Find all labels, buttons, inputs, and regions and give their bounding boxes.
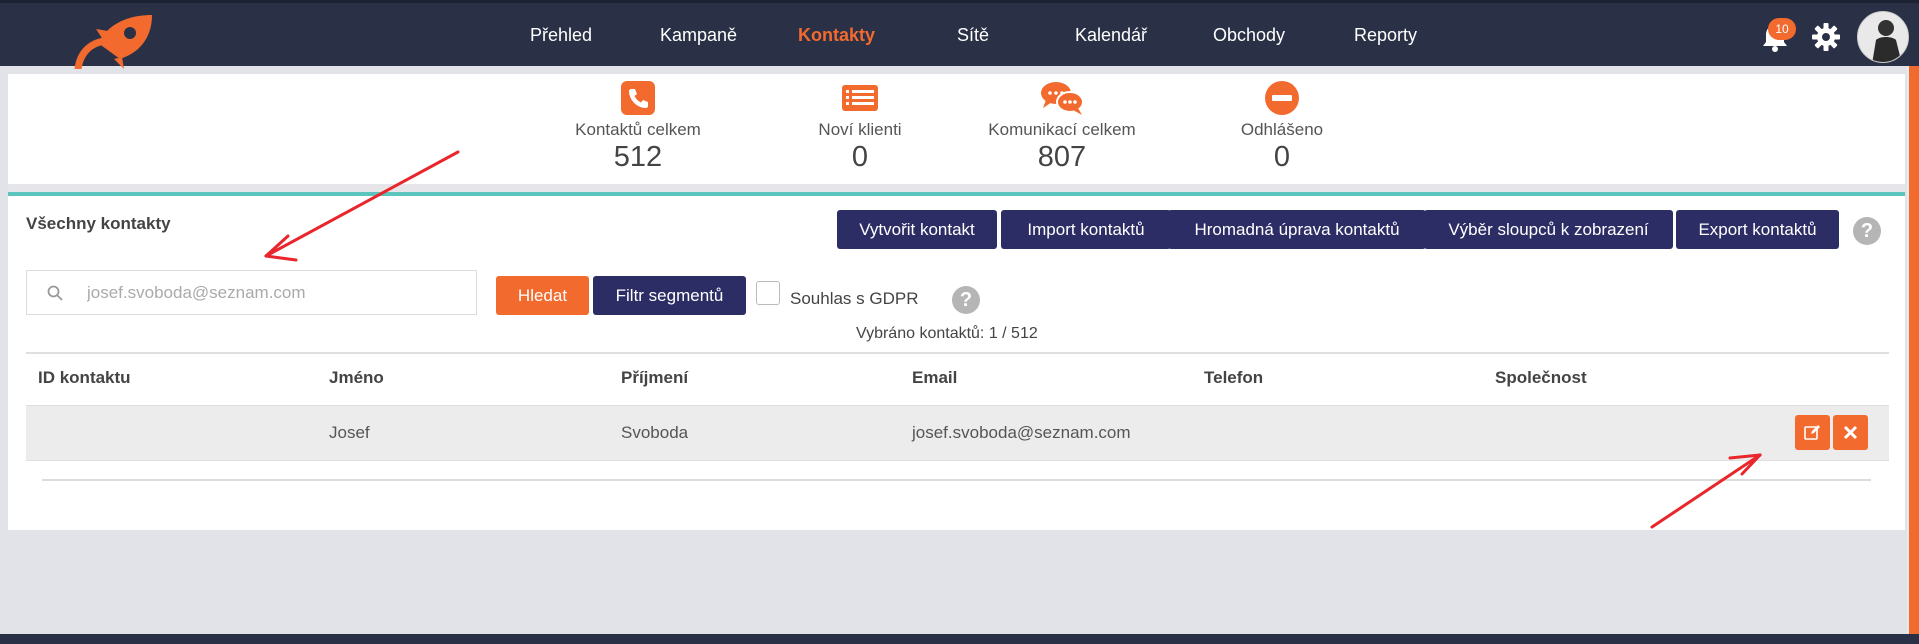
nav-item-site[interactable]: Sítě [957, 25, 989, 46]
search-input[interactable] [87, 280, 467, 306]
nav-item-kampane[interactable]: Kampaně [660, 25, 737, 46]
chat-bubbles-icon [1041, 82, 1084, 115]
right-accent-edge [1909, 66, 1919, 636]
table-header: ID kontaktu Jméno Příjmení Email Telefon… [26, 352, 1889, 405]
stat-label: Kontaktů celkem [575, 120, 701, 139]
stat-value: 807 [1037, 141, 1087, 173]
column-header-email[interactable]: Email [912, 368, 957, 388]
gear-icon[interactable] [1811, 22, 1841, 52]
cell-first-name: Josef [329, 423, 370, 442]
section-title: Všechny kontakty [26, 214, 171, 233]
column-header-last-name[interactable]: Příjmení [621, 368, 688, 388]
help-icon[interactable]: ? [1853, 217, 1881, 245]
stat-label: Komunikací celkem [988, 120, 1136, 139]
selected-contacts-count: Vybráno kontaktů: 1 / 512 [856, 325, 1038, 342]
contacts-table: ID kontaktu Jméno Příjmení Email Telefon… [26, 352, 1889, 461]
column-header-company[interactable]: Společnost [1495, 368, 1587, 388]
cell-email: josef.svoboda@seznam.com [912, 423, 1131, 442]
select-columns-button[interactable]: Výběr sloupců k zobrazení [1424, 210, 1673, 249]
search-box [26, 270, 477, 315]
column-header-phone[interactable]: Telefon [1204, 368, 1263, 388]
edit-contact-button[interactable] [1795, 415, 1830, 450]
edit-icon [1804, 425, 1820, 440]
stat-value: 0 [851, 141, 869, 173]
user-avatar[interactable] [1857, 11, 1909, 63]
search-button[interactable]: Hledat [496, 276, 589, 315]
delete-contact-button[interactable] [1833, 415, 1868, 450]
user-silhouette-icon [1858, 12, 1908, 62]
nav-item-kontakty[interactable]: Kontakty [798, 25, 875, 46]
stat-label: Noví klienti [818, 120, 902, 139]
stat-value: 512 [613, 141, 663, 173]
phone-icon [621, 81, 655, 115]
table-row[interactable]: Josef Svoboda josef.svoboda@seznam.com [26, 405, 1889, 461]
stat-label: Odhlášeno [1240, 120, 1324, 139]
gdpr-checkbox[interactable] [756, 281, 780, 305]
contacts-panel: Všechny kontakty Vytvořit kontakt Import… [8, 192, 1905, 530]
stat-value: 0 [1273, 141, 1291, 173]
column-header-id[interactable]: ID kontaktu [38, 368, 131, 388]
stat-total-communications: Komunikací celkem 807 [952, 74, 1172, 174]
create-contact-button[interactable]: Vytvořit kontakt [837, 210, 997, 249]
column-header-first-name[interactable]: Jméno [329, 368, 384, 388]
stat-total-contacts: Kontaktů celkem 512 [528, 74, 748, 174]
nav-item-obchody[interactable]: Obchody [1213, 25, 1285, 46]
section-divider [8, 184, 1905, 192]
nav-item-kalendar[interactable]: Kalendář [1075, 25, 1147, 46]
top-navigation-bar: Přehled Kampaně Kontakty Sítě Kalendář O… [0, 0, 1919, 69]
rocket-logo-icon[interactable] [70, 13, 160, 69]
list-icon [842, 85, 878, 111]
segment-filter-button[interactable]: Filtr segmentů [593, 276, 746, 315]
minus-circle-icon [1265, 81, 1299, 115]
bottom-bar [0, 634, 1919, 644]
gdpr-label: Souhlas s GDPR [790, 289, 919, 308]
close-icon [1843, 425, 1858, 440]
stat-new-clients: Noví klienti 0 [750, 74, 970, 174]
gdpr-help-icon[interactable]: ? [952, 286, 980, 314]
cell-last-name: Svoboda [621, 423, 689, 442]
export-contacts-button[interactable]: Export kontaktů [1676, 210, 1839, 249]
stat-unsubscribed: Odhlášeno 0 [1172, 74, 1392, 174]
nav-item-reporty[interactable]: Reporty [1354, 25, 1417, 46]
search-icon [47, 285, 63, 301]
bulk-edit-contacts-button[interactable]: Hromadná úprava kontaktů [1168, 210, 1426, 249]
table-footer-divider [42, 479, 1871, 481]
notification-badge: 10 [1768, 18, 1796, 40]
contacts-stats-panel: Kontaktů celkem 512 Noví klienti 0 Komun… [8, 74, 1905, 184]
nav-item-prehled[interactable]: Přehled [530, 25, 592, 46]
import-contacts-button[interactable]: Import kontaktů [1001, 210, 1171, 249]
